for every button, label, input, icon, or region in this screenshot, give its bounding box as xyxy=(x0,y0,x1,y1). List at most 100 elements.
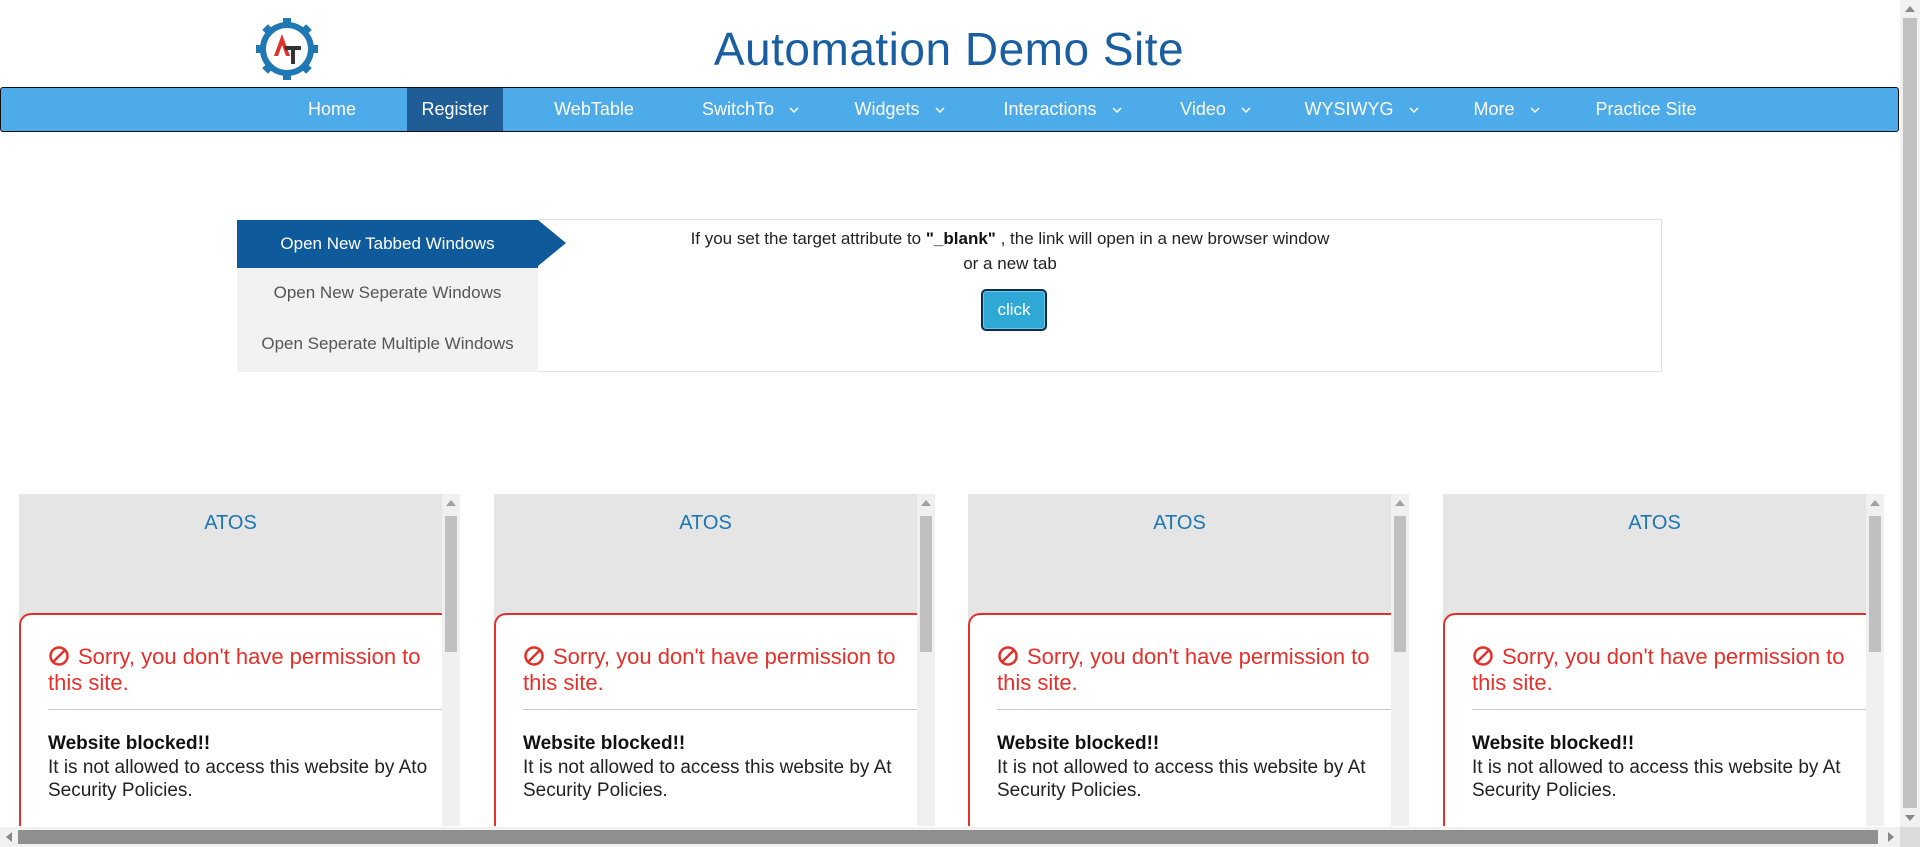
scroll-left-icon[interactable] xyxy=(6,832,12,842)
scroll-thumb[interactable] xyxy=(1869,516,1881,652)
detail-line: Security Policies. xyxy=(523,780,668,801)
tab-open-seperate-multiple-windows[interactable]: Open Seperate Multiple Windows xyxy=(237,320,538,368)
frame-title[interactable]: ATOS xyxy=(19,512,442,535)
scroll-thumb[interactable] xyxy=(1394,516,1406,652)
blocked-icon xyxy=(1473,646,1493,666)
embedded-frame[interactable]: ATOS Sorry, you don't have permission to… xyxy=(1443,494,1884,826)
sorry-text: Sorry, you don't have permission to xyxy=(1502,644,1845,669)
detail-line: It is not allowed to access this website… xyxy=(523,757,892,778)
chevron-down-icon xyxy=(789,107,799,114)
scroll-down-icon[interactable] xyxy=(1905,815,1915,821)
blocked-card: Sorry, you don't have permission to this… xyxy=(19,613,448,826)
tab-description: If you set the target attribute to "_bla… xyxy=(660,226,1360,276)
detail-line: It is not allowed to access this website… xyxy=(1472,757,1841,778)
nav-label: SwitchTo xyxy=(701,99,775,119)
scroll-up-icon[interactable] xyxy=(1905,6,1915,12)
blocked-heading: Website blocked!! xyxy=(997,733,1160,754)
nav-label: Video xyxy=(1180,99,1226,119)
blocked-message: Sorry, you don't have permission to xyxy=(997,644,1409,670)
chevron-down-icon xyxy=(1241,107,1251,114)
chevron-down-icon xyxy=(1408,107,1419,114)
blocked-card: Sorry, you don't have permission to this… xyxy=(968,613,1397,826)
nav-switchto[interactable]: SwitchTo xyxy=(689,88,813,131)
frame-title[interactable]: ATOS xyxy=(968,512,1391,535)
chevron-down-icon xyxy=(1529,107,1540,114)
sorry-text: Sorry, you don't have permission to xyxy=(78,644,421,669)
nav-label: Interactions xyxy=(1003,99,1097,119)
chevron-down-icon xyxy=(934,107,945,114)
main-navbar: Home Register WebTable SwitchTo Widgets … xyxy=(0,87,1899,132)
blocked-card: Sorry, you don't have permission to this… xyxy=(1443,613,1872,826)
blocked-detail: It is not allowed to access this website… xyxy=(997,756,1366,802)
page-horizontal-scrollbar[interactable] xyxy=(0,827,1900,847)
blocked-detail: It is not allowed to access this website… xyxy=(1472,756,1841,802)
chevron-down-icon xyxy=(1112,107,1122,114)
nav-practice-site[interactable]: Practice Site xyxy=(1591,88,1701,131)
embedded-frame[interactable]: ATOS Sorry, you don't have permission to… xyxy=(19,494,460,826)
frame-title[interactable]: ATOS xyxy=(494,512,917,535)
scroll-up-icon[interactable] xyxy=(1395,500,1405,506)
page-vertical-scrollbar[interactable] xyxy=(1900,0,1920,827)
frame-scrollbar[interactable] xyxy=(442,494,460,826)
nav-webtable[interactable]: WebTable xyxy=(538,88,650,131)
sorry-text-line2: this site. xyxy=(1472,670,1553,695)
tab-open-new-seperate-windows[interactable]: Open New Seperate Windows xyxy=(237,269,538,317)
scroll-up-icon[interactable] xyxy=(446,500,456,506)
blocked-card: Sorry, you don't have permission to this… xyxy=(494,613,923,826)
desc-text: , the link will open in a new browser wi… xyxy=(995,229,1330,248)
detail-line: Security Policies. xyxy=(1472,780,1617,801)
site-title: Automation Demo Site xyxy=(713,23,1185,75)
embedded-frame[interactable]: ATOS Sorry, you don't have permission to… xyxy=(494,494,935,826)
embedded-frame[interactable]: ATOS Sorry, you don't have permission to… xyxy=(968,494,1409,826)
detail-line: Security Policies. xyxy=(48,780,193,801)
divider xyxy=(523,709,923,710)
nav-label: WYSIWYG xyxy=(1304,99,1394,119)
nav-video[interactable]: Video xyxy=(1169,88,1263,131)
divider xyxy=(1472,709,1872,710)
desc-text: or a new tab xyxy=(963,254,1057,273)
scroll-thumb[interactable] xyxy=(18,830,1878,844)
sorry-text: Sorry, you don't have permission to xyxy=(553,644,896,669)
blocked-message: Sorry, you don't have permission to xyxy=(523,644,935,670)
tab-open-new-tabbed-windows[interactable]: Open New Tabbed Windows xyxy=(237,220,538,268)
frame-scrollbar[interactable] xyxy=(1866,494,1884,826)
detail-line: Security Policies. xyxy=(997,780,1142,801)
nav-more[interactable]: More xyxy=(1467,88,1547,131)
nav-register[interactable]: Register xyxy=(407,88,503,131)
scroll-thumb[interactable] xyxy=(920,516,932,652)
nav-label: Home xyxy=(307,99,356,119)
nav-label: Widgets xyxy=(854,99,920,119)
desc-text: If you set the target attribute to xyxy=(690,229,926,248)
blocked-message: Sorry, you don't have permission to xyxy=(1472,644,1884,670)
nav-label: Practice Site xyxy=(1595,99,1697,119)
scroll-up-icon[interactable] xyxy=(921,500,931,506)
scroll-right-icon[interactable] xyxy=(1888,832,1894,842)
scroll-up-icon[interactable] xyxy=(1870,500,1880,506)
blocked-icon xyxy=(49,646,69,666)
scroll-thumb[interactable] xyxy=(1903,18,1917,808)
frame-scrollbar[interactable] xyxy=(1391,494,1409,826)
nav-interactions[interactable]: Interactions xyxy=(995,88,1131,131)
nav-label: Register xyxy=(421,99,489,119)
divider xyxy=(48,709,448,710)
nav-widgets[interactable]: Widgets xyxy=(845,88,955,131)
blocked-detail: It is not allowed to access this website… xyxy=(523,756,892,802)
scroll-thumb[interactable] xyxy=(445,516,457,652)
sorry-text-line2: this site. xyxy=(997,670,1078,695)
tab-list: Open New Tabbed Windows Open New Seperat… xyxy=(237,219,538,372)
scrollbar-corner xyxy=(1900,827,1920,847)
blocked-heading: Website blocked!! xyxy=(1472,733,1635,754)
detail-line: It is not allowed to access this website… xyxy=(997,757,1366,778)
sorry-text-line2: this site. xyxy=(48,670,129,695)
frame-title[interactable]: ATOS xyxy=(1443,512,1866,535)
nav-wysiwyg[interactable]: WYSIWYG xyxy=(1299,88,1425,131)
blocked-icon xyxy=(998,646,1018,666)
nav-label: More xyxy=(1473,99,1515,119)
blocked-heading: Website blocked!! xyxy=(48,733,211,754)
frame-scrollbar[interactable] xyxy=(917,494,935,826)
sorry-text: Sorry, you don't have permission to xyxy=(1027,644,1370,669)
blocked-icon xyxy=(524,646,544,666)
click-button[interactable]: click xyxy=(981,289,1047,331)
blocked-message: Sorry, you don't have permission to xyxy=(48,644,460,670)
nav-home[interactable]: Home xyxy=(291,88,373,131)
